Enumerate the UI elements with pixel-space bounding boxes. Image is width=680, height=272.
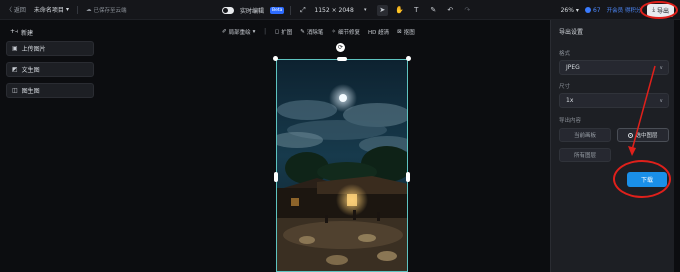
resize-icon[interactable]: ⤢ [297, 5, 308, 16]
top-bar-left: 〈 返回 未命名项目 ▾ ☁ 已保存至云端 [6, 5, 126, 14]
inpaint-tool[interactable]: ✐ 局部重绘 ▾ [222, 28, 255, 36]
resize-handle[interactable] [274, 172, 278, 182]
annotation-circle-export [640, 1, 678, 19]
option-label: 所有图层 [573, 153, 596, 159]
format-label: 格式 [559, 51, 571, 57]
image-upload-icon: ▣ [12, 45, 18, 52]
resize-handle[interactable] [406, 172, 410, 182]
image-tools-bar: ✐ 局部重绘 ▾ │ ◻ 扩图 ✎ 消除笔 ✧ 细节修复 HD 超清 ⊠ 抠图 [222, 27, 415, 37]
resize-handle[interactable] [273, 56, 278, 61]
option-current-canvas[interactable]: 当前画板 [559, 128, 611, 142]
cutout-tool[interactable]: ⊠ 抠图 [397, 28, 415, 36]
credit-coin-icon [584, 7, 591, 13]
export-settings-panel: 导出设置 格式 JPEG ∨ 尺寸 1x ∨ 导出内容 当前画板 选中图层 所有… [550, 20, 674, 272]
size-select[interactable]: 1x ∨ [559, 93, 669, 108]
sidebar-item-label: 图生图 [21, 88, 40, 95]
format-select[interactable]: JPEG ∨ [559, 60, 669, 75]
credits[interactable]: 67 [584, 6, 601, 14]
divider [76, 5, 78, 14]
sidebar-item-label: 上传图片 [21, 46, 46, 53]
divider [290, 5, 292, 15]
save-status: ☁ 已保存至云端 [86, 6, 127, 14]
back-button[interactable]: 〈 返回 [6, 5, 26, 14]
size-label: 尺寸 [559, 84, 571, 90]
undo-icon[interactable]: ↶ [445, 5, 456, 16]
hd-upscale-tool[interactable]: HD 超清 [368, 28, 389, 36]
option-selected-layer[interactable]: 选中图层 [617, 128, 669, 142]
expand-icon: ◻ [274, 29, 280, 35]
zoom-value: 26% [560, 6, 574, 14]
new-label: 新建 [21, 29, 34, 37]
format-value: JPEG [566, 64, 580, 71]
sidebar-item-image-to-image[interactable]: ◫ 图生图 [6, 83, 94, 98]
brush-icon[interactable]: ✎ [428, 5, 439, 16]
option-label: 当前画板 [573, 133, 596, 139]
cutout-label: 抠图 [403, 30, 415, 36]
canvas-image[interactable] [273, 56, 411, 272]
project-name[interactable]: 未命名项目 ▾ [34, 5, 69, 14]
hand-icon[interactable]: ✋ [394, 5, 405, 16]
realtime-label: 实时编辑 [240, 7, 265, 15]
inpaint-icon: ✐ [222, 29, 227, 35]
resize-handle[interactable] [406, 56, 411, 61]
image-to-image-icon: ◫ [12, 87, 18, 94]
rotate-handle-icon[interactable]: ⟳ [336, 43, 345, 52]
save-status-label: 已保存至云端 [93, 7, 127, 14]
zoom-control[interactable]: 26% ▾ [561, 7, 579, 14]
credit-count: 67 [592, 6, 601, 14]
canvas-size[interactable]: 1152 × 2048 [314, 7, 353, 14]
night-village-illustration [277, 60, 407, 271]
annotation-circle-download [613, 160, 671, 198]
project-name-label: 未命名项目 [33, 7, 64, 14]
option-label: 选中图层 [635, 133, 658, 139]
outpaint-label: 扩图 [281, 30, 293, 36]
beta-badge: Beta [270, 6, 285, 14]
content-label: 导出内容 [559, 118, 582, 124]
text-to-image-icon: ◩ [12, 66, 18, 73]
inpaint-label: 局部重绘 [228, 30, 251, 36]
sidebar-item-upload[interactable]: ▣ 上传图片 [6, 41, 94, 56]
eraser-icon: ✎ [300, 29, 305, 35]
cutout-icon: ⊠ [397, 29, 402, 35]
eraser-label: 消除笔 [306, 30, 324, 36]
top-bar: 〈 返回 未命名项目 ▾ ☁ 已保存至云端 实时编辑 Beta ⤢ 1152 ×… [0, 0, 680, 20]
radio-selected-icon [628, 132, 634, 138]
sidebar: +⫞ 新建 ▣ 上传图片 ◩ 文生图 ◫ 图生图 [6, 26, 94, 104]
chevron-down-icon: ∨ [659, 97, 663, 104]
chevron-down-icon: ▾ [575, 6, 579, 14]
outpaint-tool[interactable]: ◻ 扩图 [275, 28, 293, 36]
sidebar-item-text-to-image[interactable]: ◩ 文生图 [6, 62, 94, 77]
chevron-down-icon: ▾ [252, 29, 256, 35]
detail-fix-label: 细节修复 [338, 30, 361, 36]
cloud-check-icon: ☁ [85, 6, 92, 13]
separator: │ [263, 29, 267, 35]
top-bar-center: 实时编辑 Beta ⤢ 1152 × 2048 ▾ ➤ ✋ T ✎ ↶ ↷ [222, 4, 473, 16]
magic-wand-icon: ✧ [331, 29, 337, 35]
plus-icon: +⫞ [10, 28, 19, 35]
resize-handle[interactable] [337, 57, 347, 61]
panel-title: 导出设置 [559, 29, 584, 36]
hd-upscale-label: HD 超清 [368, 30, 390, 36]
redo-icon[interactable]: ↷ [462, 5, 473, 16]
generated-image[interactable] [276, 59, 408, 272]
detail-fix-tool[interactable]: ✧ 细节修复 [331, 28, 360, 36]
realtime-toggle[interactable] [222, 6, 234, 14]
chevron-down-icon[interactable]: ▾ [360, 5, 371, 16]
member-link[interactable]: 开会员 得积分 [607, 6, 642, 14]
new-button[interactable]: +⫞ 新建 [6, 26, 94, 38]
size-value: 1x [566, 97, 574, 104]
chevron-down-icon: ▾ [65, 6, 69, 13]
sidebar-item-label: 文生图 [21, 67, 40, 74]
text-tool-icon[interactable]: T [411, 5, 422, 16]
chevron-down-icon: ∨ [659, 64, 663, 71]
select-cursor-icon[interactable]: ➤ [376, 4, 388, 16]
option-all-layers[interactable]: 所有图层 [559, 148, 611, 162]
eraser-tool[interactable]: ✎ 消除笔 [300, 28, 323, 36]
